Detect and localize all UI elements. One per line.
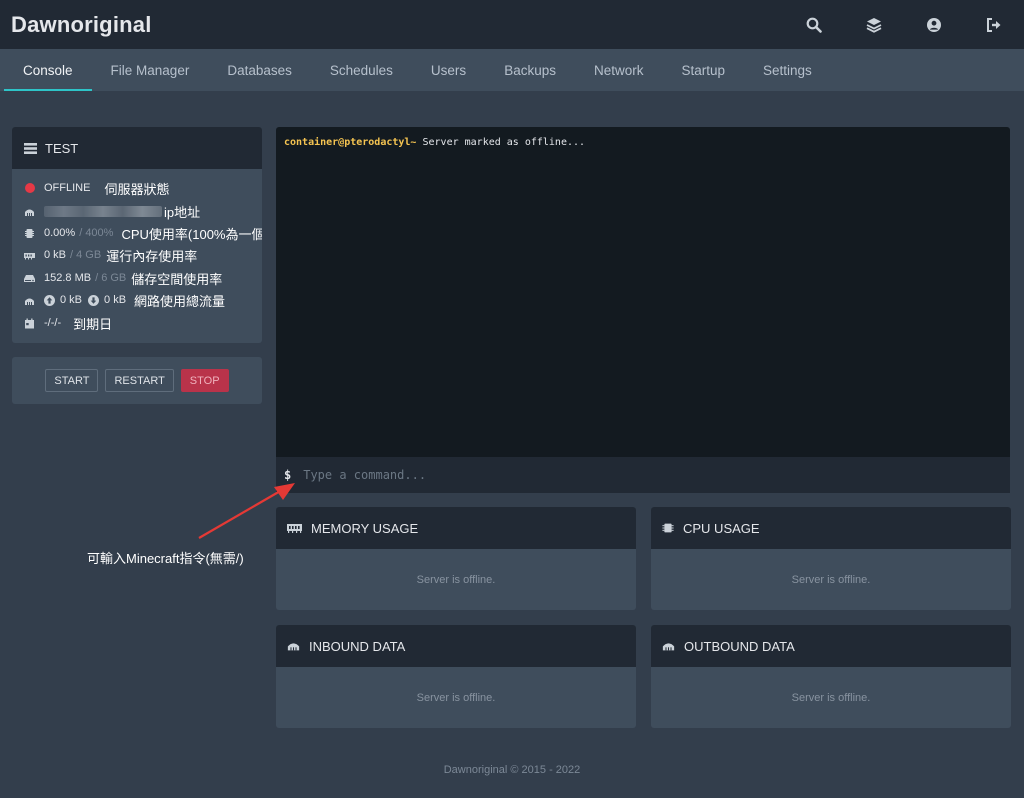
outbound-data-card: OUTBOUND DATA Server is offline.	[651, 625, 1011, 728]
ip-annotation: ip地址	[164, 204, 201, 220]
memory-limit: / 4 GB	[70, 249, 102, 261]
inbound-data-card: INBOUND DATA Server is offline.	[276, 625, 636, 728]
top-bar: Dawnoriginal	[0, 0, 1024, 49]
power-controls: START RESTART STOP	[12, 357, 262, 404]
status-text: OFFLINE	[44, 182, 91, 194]
status-annotation: 伺服器狀態	[104, 181, 170, 197]
memory-icon	[287, 524, 302, 533]
tab-schedules[interactable]: Schedules	[311, 49, 412, 91]
status-row: OFFLINE 伺服器狀態	[24, 179, 169, 197]
command-dollar-sign: $	[284, 468, 292, 482]
start-button[interactable]: START	[45, 369, 99, 392]
memory-icon	[24, 250, 35, 261]
ethernet-icon	[24, 206, 35, 217]
memory-annotation: 運行內存使用率	[106, 248, 198, 264]
tab-users[interactable]: Users	[412, 49, 485, 91]
cpu-usage-body: Server is offline.	[791, 573, 871, 586]
calendar-icon	[24, 318, 35, 329]
expiry-row: -/-/- 到期日	[24, 314, 112, 332]
outbound-data-title: OUTBOUND DATA	[684, 638, 795, 654]
tab-backups[interactable]: Backups	[485, 49, 575, 91]
user-icon[interactable]	[904, 0, 964, 49]
logout-icon[interactable]	[964, 0, 1024, 49]
outbound-data-body: Server is offline.	[791, 691, 871, 704]
inbound-data-body: Server is offline.	[416, 691, 496, 704]
server-icon	[24, 142, 37, 154]
cpu-row: 0.00% / 400% CPU使用率(100%為一個核心)	[24, 224, 262, 242]
ethernet-icon	[287, 643, 300, 651]
network-row: 0 kB 0 kB 網路使用總流量	[24, 291, 225, 309]
memory-usage-body: Server is offline.	[416, 573, 496, 586]
status-dot-icon	[24, 183, 35, 193]
tab-file-manager[interactable]: File Manager	[92, 49, 209, 91]
cpu-value: 0.00%	[44, 227, 76, 239]
disk-row: 152.8 MB / 6 GB 儲存空間使用率	[24, 269, 222, 287]
server-info-card: TEST OFFLINE 伺服器狀態 ip地址 0.00% / 400% CPU…	[12, 127, 262, 343]
server-info-header: TEST	[12, 127, 262, 169]
search-icon[interactable]	[784, 0, 844, 49]
expiry-value: -/-/-	[44, 317, 62, 329]
cpu-usage-card: CPU USAGE Server is offline.	[651, 507, 1011, 610]
top-icons	[784, 0, 1024, 49]
cpu-annotation: CPU使用率(100%為一個核心)	[121, 226, 262, 242]
console-message: Server marked as offline...	[422, 137, 586, 148]
memory-usage-card: MEMORY USAGE Server is offline.	[276, 507, 636, 610]
cpu-usage-title: CPU USAGE	[683, 520, 760, 536]
disk-annotation: 儲存空間使用率	[131, 271, 223, 287]
network-down-value: 0 kB	[104, 294, 127, 306]
tab-startup[interactable]: Startup	[662, 49, 744, 91]
ip-address-redacted	[44, 205, 162, 217]
ip-row: ip地址	[24, 202, 200, 220]
tab-databases[interactable]: Databases	[208, 49, 311, 91]
memory-usage-title: MEMORY USAGE	[311, 520, 419, 536]
ethernet-icon	[24, 295, 35, 306]
memory-row: 0 kB / 4 GB 運行內存使用率	[24, 246, 197, 264]
server-name: TEST	[45, 140, 79, 156]
disk-value: 152.8 MB	[44, 272, 92, 284]
tab-network[interactable]: Network	[575, 49, 663, 91]
command-bar: $	[276, 457, 1010, 493]
network-up-value: 0 kB	[60, 294, 83, 306]
tab-console[interactable]: Console	[4, 49, 92, 91]
microchip-icon	[24, 228, 35, 239]
microchip-icon	[662, 523, 674, 533]
cpu-limit: / 400%	[79, 227, 114, 239]
disk-limit: / 6 GB	[95, 272, 127, 284]
download-arrow-icon	[88, 294, 100, 306]
network-annotation: 網路使用總流量	[134, 293, 226, 309]
restart-button[interactable]: RESTART	[105, 369, 174, 392]
console-output[interactable]: container@pterodactyl~ Server marked as …	[276, 127, 1010, 457]
brand-logo[interactable]: Dawnoriginal	[11, 12, 152, 38]
layers-icon[interactable]	[844, 0, 904, 49]
stop-button[interactable]: STOP	[180, 369, 229, 392]
upload-arrow-icon	[44, 294, 55, 306]
server-nav: Console File Manager Databases Schedules…	[0, 49, 1024, 91]
ethernet-icon	[662, 643, 675, 651]
expiry-annotation: 到期日	[73, 316, 113, 332]
tab-settings[interactable]: Settings	[744, 49, 831, 91]
console-prompt: container@pterodactyl~	[284, 137, 417, 148]
command-annotation: 可輸入Minecraft指令(無需/)	[87, 551, 244, 566]
hdd-icon	[24, 273, 35, 284]
memory-value: 0 kB	[44, 249, 67, 261]
footer-copyright: Dawnoriginal © 2015 - 2022	[443, 764, 581, 776]
command-input[interactable]	[303, 468, 954, 482]
inbound-data-title: INBOUND DATA	[309, 638, 406, 654]
